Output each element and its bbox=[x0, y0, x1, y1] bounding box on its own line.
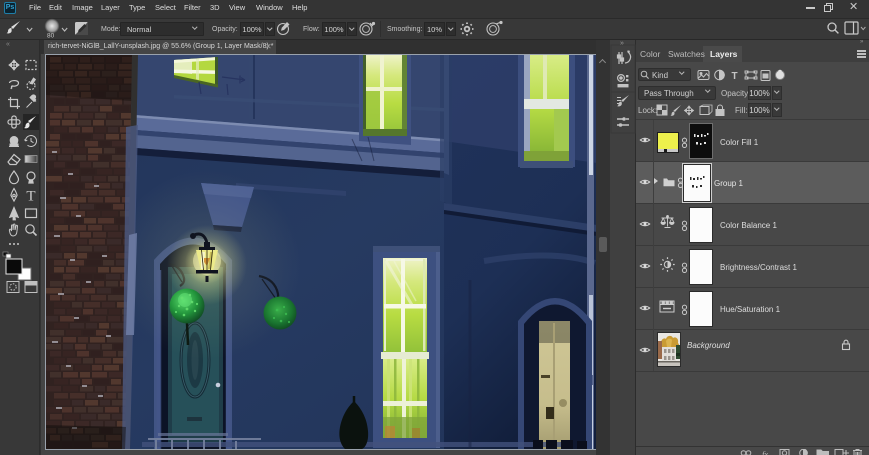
svg-text:T: T bbox=[732, 71, 738, 82]
svg-text:T: T bbox=[26, 189, 35, 205]
svg-text:fx: fx bbox=[762, 449, 768, 455]
svg-text:80: 80 bbox=[47, 33, 55, 40]
